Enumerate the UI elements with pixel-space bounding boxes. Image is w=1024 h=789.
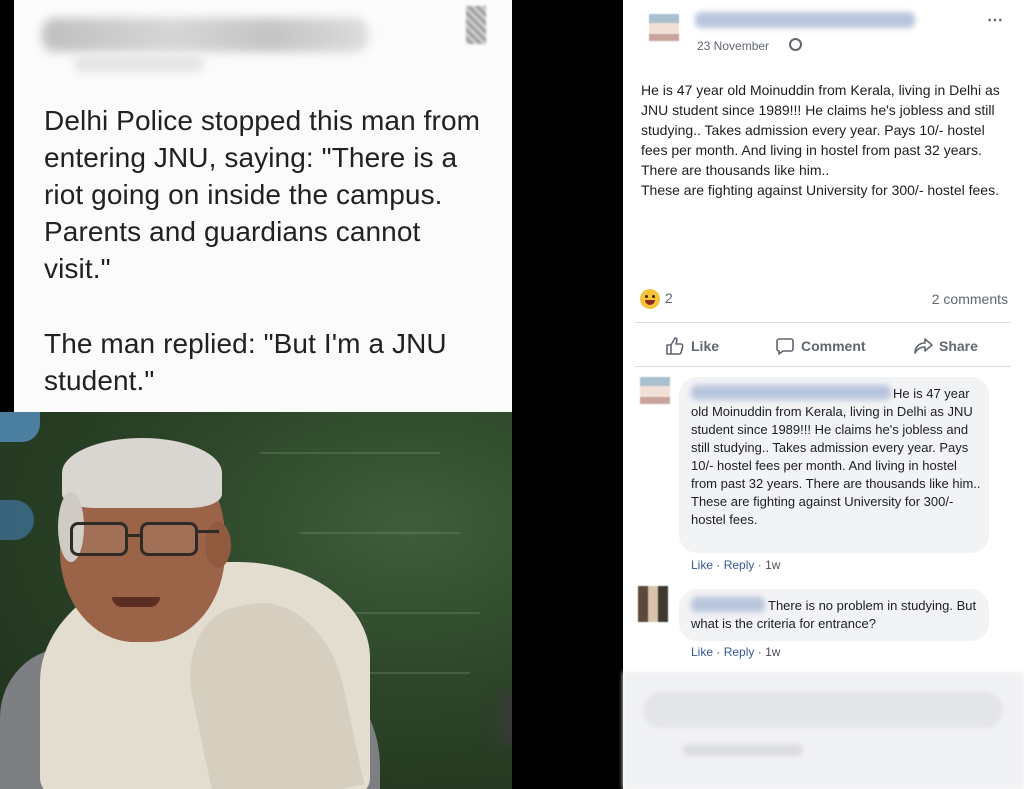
text-card: Delhi Police stopped this man from enter… — [14, 0, 512, 412]
blurred-reply-area — [623, 672, 1024, 789]
comments-count[interactable]: 2 comments — [932, 291, 1008, 307]
comment-label: Comment — [801, 338, 866, 354]
comment-actions: Like · Reply · 1w — [691, 558, 781, 572]
facebook-post: 23 November ⋯ He is 47 year old Moinuddi… — [623, 0, 1024, 789]
comment-reply-link[interactable]: Reply — [724, 645, 755, 659]
more-options-icon[interactable]: ⋯ — [987, 10, 1004, 30]
divider — [635, 322, 1011, 323]
like-label: Like — [691, 338, 720, 354]
commenter-avatar[interactable] — [640, 377, 670, 413]
haha-reaction-icon[interactable] — [640, 289, 660, 309]
post-body: He is 47 year old Moinuddin from Kerala,… — [641, 82, 1000, 198]
blurred-watermark — [498, 692, 512, 744]
globe-icon — [789, 38, 802, 51]
shared-image-post: Delhi Police stopped this man from enter… — [0, 0, 512, 789]
comment-age[interactable]: 1w — [765, 558, 780, 572]
author-avatar[interactable] — [649, 14, 679, 50]
like-button[interactable]: Like — [665, 336, 719, 356]
share-arrow-icon — [914, 338, 933, 354]
comment-bubble-icon — [776, 338, 794, 355]
share-label: Share — [939, 338, 978, 354]
divider — [635, 366, 1011, 367]
comment-age[interactable]: 1w — [765, 645, 780, 659]
pixelated-icon — [466, 6, 486, 44]
comment-bubble: He is 47 year old Moinuddin from Kerala,… — [679, 377, 989, 553]
thumbs-up-icon — [666, 337, 684, 355]
comment-button[interactable]: Comment — [775, 336, 866, 356]
comment-actions: Like · Reply · 1w — [691, 645, 781, 659]
man-in-scarf-photo — [0, 412, 512, 789]
post-timestamp[interactable]: 23 November — [697, 39, 769, 53]
reaction-count[interactable]: 2 — [665, 290, 673, 306]
quote-text: Delhi Police stopped this man from enter… — [44, 105, 481, 284]
comment-text: He is 47 year old Moinuddin from Kerala,… — [691, 386, 981, 527]
commenter-avatar[interactable] — [638, 586, 668, 622]
comment-like-link[interactable]: Like — [691, 558, 713, 572]
comment-like-link[interactable]: Like — [691, 645, 713, 659]
blurred-author-meta — [74, 56, 204, 72]
comment-text: There is no problem in studying. But wha… — [691, 598, 977, 631]
blurred-author-name[interactable] — [695, 12, 915, 28]
comment-bubble: There is no problem in studying. But wha… — [679, 589, 989, 641]
blurred-author-name — [42, 18, 368, 52]
reply-quote-text: The man replied: "But I'm a JNU student.… — [44, 328, 447, 396]
share-button[interactable]: Share — [913, 336, 978, 356]
comment-reply-link[interactable]: Reply — [724, 558, 755, 572]
